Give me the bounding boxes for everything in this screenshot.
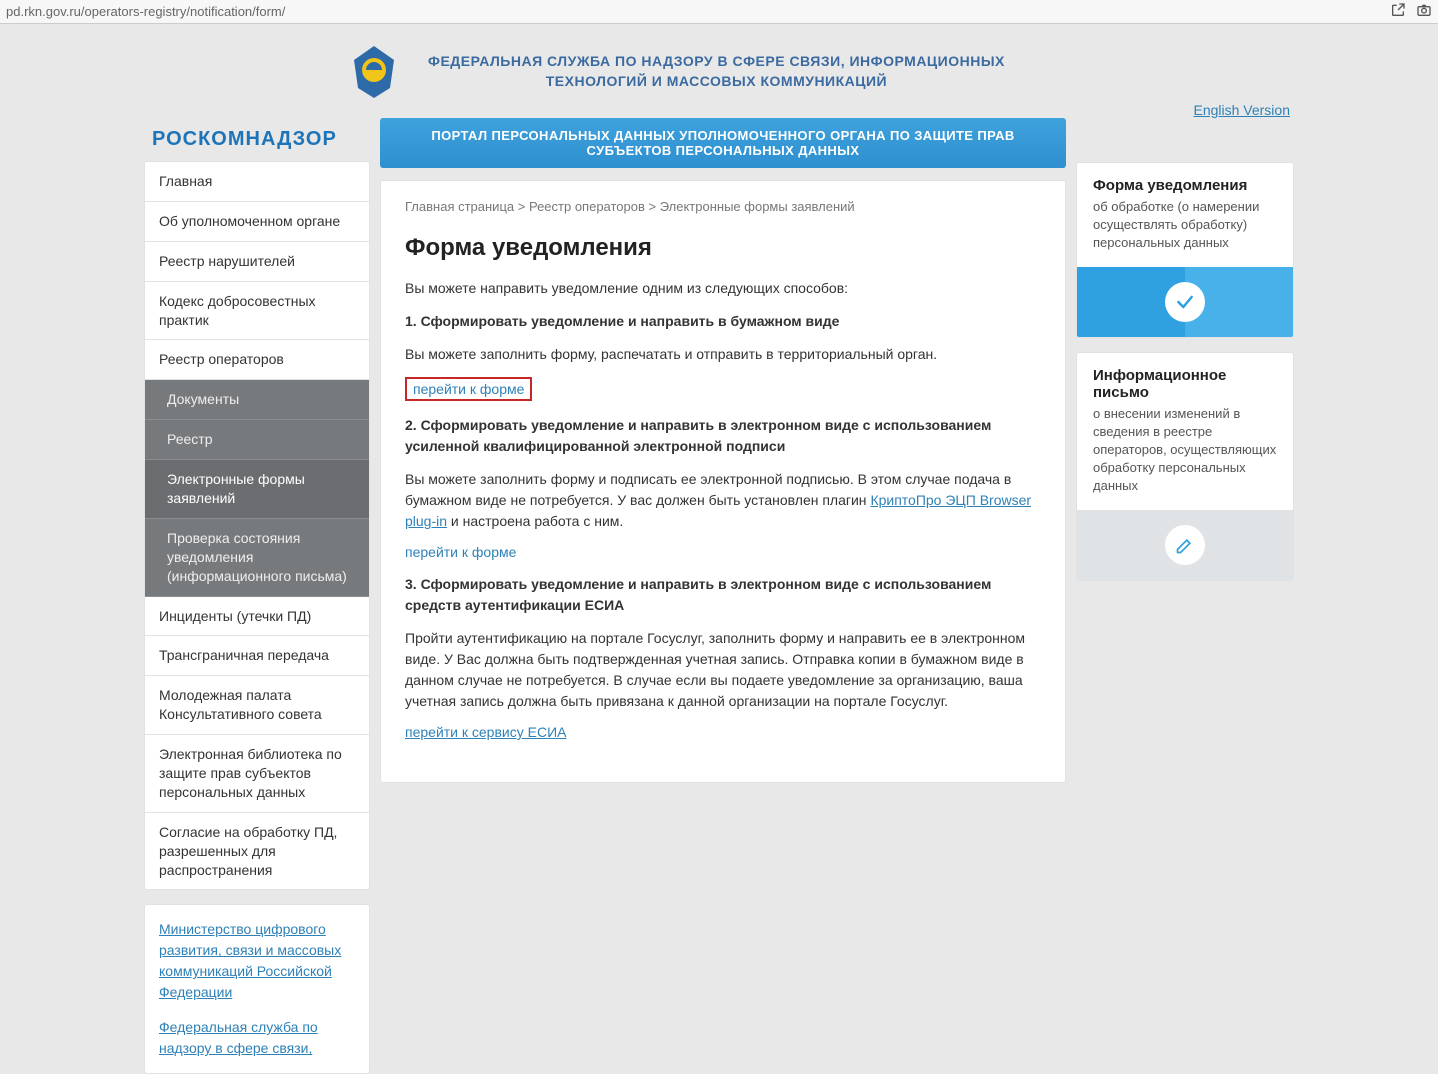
agency-title: ФЕДЕРАЛЬНАЯ СЛУЖБА ПО НАДЗОРУ В СФЕРЕ СВ…	[428, 52, 1005, 91]
widget1-sub: об обработке (о намерении осуществлять о…	[1093, 198, 1277, 253]
section2-title: 2. Сформировать уведомление и направить …	[405, 415, 1041, 457]
sidebar-item-crossborder[interactable]: Трансграничная передача	[145, 636, 369, 676]
breadcrumb: Главная страница > Реестр операторов > Э…	[405, 199, 1041, 214]
sidebar-item-code[interactable]: Кодекс добросовестных практик	[145, 282, 369, 341]
section1-text: Вы можете заполнить форму, распечатать и…	[405, 344, 1041, 365]
breadcrumb-operators[interactable]: Реестр операторов	[529, 199, 645, 214]
emblem-icon	[344, 42, 404, 102]
brand-logo[interactable]: РОСКОМНАДЗОР	[144, 118, 370, 161]
pencil-icon	[1165, 525, 1205, 565]
sidebar-sub-eforms[interactable]: Электронные формы заявлений	[145, 460, 369, 519]
sidebar-nav: Главная Об уполномоченном органе Реестр …	[144, 161, 370, 890]
page-title: Форма уведомления	[405, 234, 1041, 262]
widget-notification-form[interactable]: Форма уведомления об обработке (о намере…	[1076, 162, 1294, 338]
camera-icon[interactable]	[1416, 2, 1432, 21]
check-icon	[1165, 282, 1205, 322]
intro-text: Вы можете направить уведомление одним из…	[405, 278, 1041, 299]
sidebar-item-consent[interactable]: Согласие на обработку ПД, разрешенных дл…	[145, 813, 369, 890]
portal-banner[interactable]: ПОРТАЛ ПЕРСОНАЛЬНЫХ ДАННЫХ УПОЛНОМОЧЕННО…	[380, 118, 1066, 168]
sidebar-sub-status[interactable]: Проверка состояния уведомления (информац…	[145, 519, 369, 597]
go-to-form-eds-link[interactable]: перейти к форме	[405, 544, 516, 560]
sidebar-sub-registry[interactable]: Реестр	[145, 420, 369, 460]
share-icon[interactable]	[1390, 2, 1406, 21]
sidebar-item-library[interactable]: Электронная библиотека по защите прав су…	[145, 735, 369, 813]
go-to-form-paper-link[interactable]: перейти к форме	[405, 377, 532, 401]
section1-title: 1. Сформировать уведомление и направить …	[405, 311, 1041, 332]
sidebar-item-home[interactable]: Главная	[145, 162, 369, 202]
go-to-esia-link[interactable]: перейти к сервису ЕСИА	[405, 724, 566, 740]
section2-text: Вы можете заполнить форму и подписать ее…	[405, 469, 1041, 532]
site-header: ФЕДЕРАЛЬНАЯ СЛУЖБА ПО НАДЗОРУ В СФЕРЕ СВ…	[344, 32, 1294, 108]
sidebar-item-operators[interactable]: Реестр операторов	[145, 340, 369, 380]
widget2-sub: о внесении изменений в сведения в реестр…	[1093, 405, 1277, 496]
sidebar-sub-documents[interactable]: Документы	[145, 380, 369, 420]
widget1-tile	[1077, 267, 1293, 337]
sidebar-item-incidents[interactable]: Инциденты (утечки ПД)	[145, 597, 369, 637]
widget-info-letter[interactable]: Информационное письмо о внесении изменен…	[1076, 352, 1294, 581]
breadcrumb-current: Электронные формы заявлений	[660, 199, 855, 214]
breadcrumb-home[interactable]: Главная страница	[405, 199, 514, 214]
widget2-tile	[1077, 510, 1293, 580]
sidebar-item-about[interactable]: Об уполномоченном органе	[145, 202, 369, 242]
section3-text: Пройти аутентификацию на портале Госуслу…	[405, 628, 1041, 712]
ext-link-rkn[interactable]: Федеральная служба по надзору в сфере св…	[159, 1017, 355, 1059]
main-content: Главная страница > Реестр операторов > Э…	[380, 180, 1066, 783]
sidebar-item-violators[interactable]: Реестр нарушителей	[145, 242, 369, 282]
browser-chrome: pd.rkn.gov.ru/operators-registry/notific…	[0, 0, 1438, 24]
ext-link-ministry[interactable]: Министерство цифрового развития, связи и…	[159, 919, 355, 1003]
sidebar-item-youth[interactable]: Молодежная палата Консультативного совет…	[145, 676, 369, 735]
english-version-link[interactable]: English Version	[1193, 102, 1290, 118]
widget2-title: Информационное письмо	[1093, 367, 1277, 401]
external-links-box: Министерство цифрового развития, связи и…	[144, 904, 370, 1074]
widget1-title: Форма уведомления	[1093, 177, 1277, 194]
section3-title: 3. Сформировать уведомление и направить …	[405, 574, 1041, 616]
address-bar[interactable]: pd.rkn.gov.ru/operators-registry/notific…	[6, 4, 1390, 19]
